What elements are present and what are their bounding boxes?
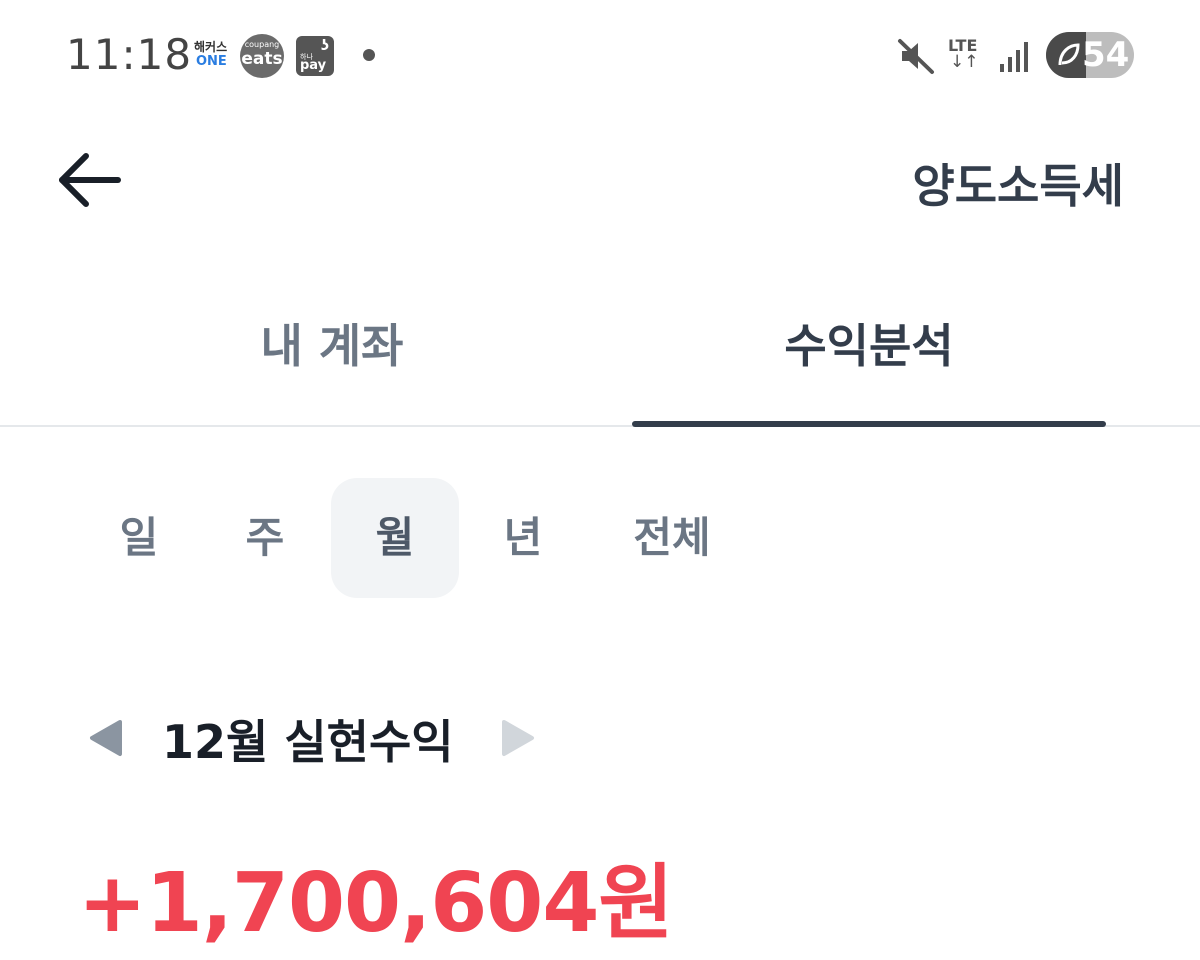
battery-icon: 54 bbox=[1046, 32, 1134, 78]
period-day[interactable]: 일 bbox=[84, 478, 194, 598]
capital-gains-tax-button[interactable]: 양도소득세 bbox=[912, 150, 1124, 216]
hackers-one-icon: 해커스 ONE bbox=[194, 40, 228, 69]
lte-icon: LTE ↓↑ bbox=[948, 36, 979, 72]
notification-dot-icon bbox=[363, 49, 375, 61]
arrow-left-icon bbox=[59, 153, 121, 207]
period-all[interactable]: 전체 bbox=[612, 478, 732, 598]
next-month-button[interactable] bbox=[500, 718, 536, 758]
hana-pay-icon: ʖ 하나 pay bbox=[296, 36, 334, 76]
period-week[interactable]: 주 bbox=[210, 478, 320, 598]
period-year[interactable]: 년 bbox=[468, 478, 578, 598]
realized-profit-amount: +1,700,604원 bbox=[78, 856, 674, 951]
period-title: 12월 실현수익 bbox=[162, 715, 454, 769]
tab-active-indicator bbox=[632, 421, 1106, 427]
tab-profit-analysis[interactable]: 수익분석 bbox=[632, 310, 1106, 376]
battery-saver-leaf-icon bbox=[1058, 43, 1080, 66]
coupang-eats-icon: coupang eats bbox=[240, 34, 284, 78]
status-bar: 11:18 해커스 ONE coupang eats ʖ 하나 pay LTE … bbox=[0, 0, 1200, 112]
status-time: 11:18 bbox=[66, 30, 193, 79]
tab-my-account[interactable]: 내 계좌 bbox=[32, 310, 632, 376]
period-month[interactable]: 월 bbox=[331, 478, 459, 598]
mute-icon bbox=[896, 36, 936, 76]
triangle-right-icon bbox=[502, 720, 534, 756]
back-button[interactable] bbox=[52, 146, 128, 216]
triangle-left-icon bbox=[90, 720, 122, 756]
signal-strength-icon bbox=[998, 38, 1032, 74]
previous-month-button[interactable] bbox=[88, 718, 124, 758]
